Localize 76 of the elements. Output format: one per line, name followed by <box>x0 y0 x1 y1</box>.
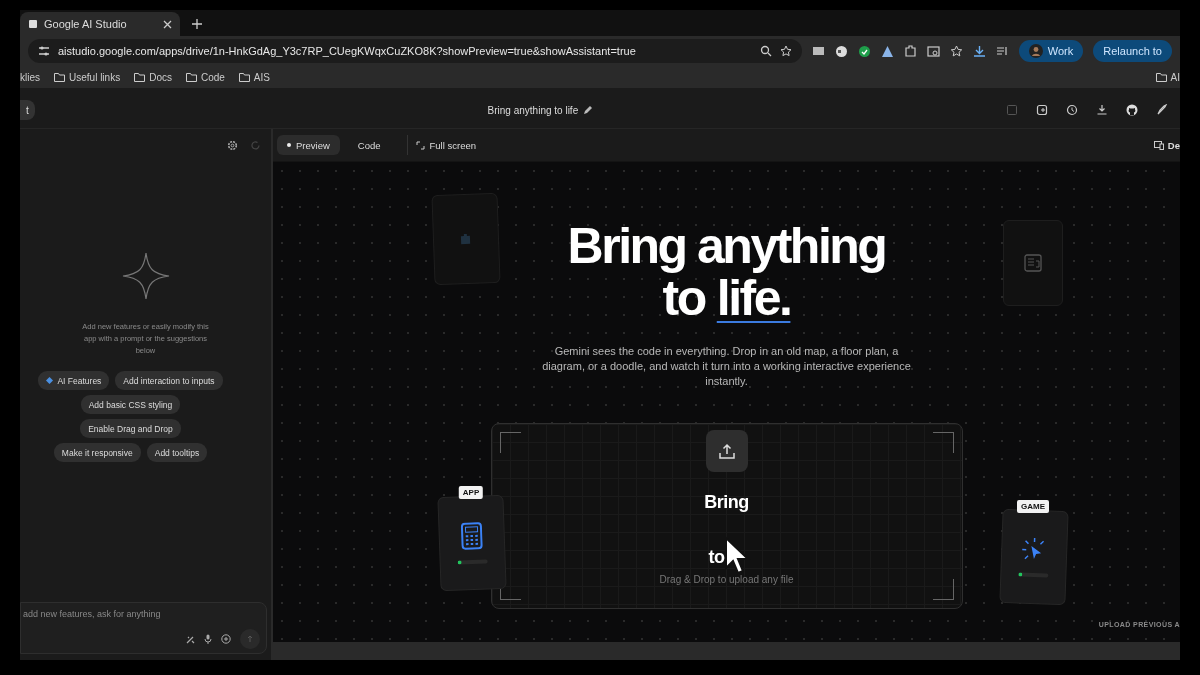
settings-icon[interactable] <box>227 139 238 151</box>
profile-button[interactable]: Work <box>1018 40 1084 62</box>
suggestion-chip[interactable]: Add interaction to inputs <box>115 371 223 390</box>
avatar-icon <box>1028 44 1043 58</box>
bookmark-star-icon[interactable] <box>949 44 963 58</box>
check-circle-icon[interactable] <box>857 44 871 58</box>
suggestion-chip[interactable]: Add tooltips <box>146 443 208 462</box>
star-icon[interactable] <box>779 45 792 57</box>
sample-card[interactable] <box>999 508 1069 606</box>
back-button[interactable]: t <box>20 100 35 120</box>
bookmark[interactable]: AI <box>1155 71 1180 83</box>
expand-icon <box>415 140 425 150</box>
card-label: GAME <box>1017 500 1049 513</box>
suggestion-chip[interactable]: Make it responsive <box>53 443 141 462</box>
headline: life. <box>716 272 791 324</box>
headline: to <box>662 272 705 324</box>
prompt-field[interactable]: add new features, ask for anything <box>21 609 264 619</box>
zoom-icon[interactable] <box>759 45 772 57</box>
upload-icon <box>717 442 736 460</box>
screen-icon[interactable] <box>811 44 825 58</box>
drop-title: to <box>708 547 725 568</box>
bookmark[interactable]: Code <box>185 71 225 83</box>
suggestion-chip[interactable]: AI Features <box>38 371 110 390</box>
sample-card[interactable] <box>437 494 507 592</box>
download-icon[interactable] <box>1096 104 1108 116</box>
card-label: APP <box>458 486 484 499</box>
media-icon[interactable] <box>995 44 1009 58</box>
github-icon[interactable] <box>1126 104 1138 116</box>
magic-wand-icon[interactable] <box>186 634 195 644</box>
browser-tab[interactable]: Google AI Studio <box>20 12 180 36</box>
headline: Bring anything <box>567 220 886 272</box>
view-tab[interactable]: Code <box>347 135 391 155</box>
app-title: Bring anything to life <box>487 104 579 116</box>
suggestion-chip[interactable]: Enable Drag and Drop <box>80 419 181 438</box>
suggestion-chip[interactable]: Add basic CSS styling <box>80 395 181 414</box>
arrow-up-icon <box>247 636 253 642</box>
status-dot-icon <box>1018 572 1023 577</box>
sparkle-icon <box>120 251 171 301</box>
folder-icon <box>185 72 197 82</box>
folder-icon <box>1155 72 1167 82</box>
reader-icon[interactable] <box>926 44 940 58</box>
copy-icon[interactable] <box>1036 104 1048 116</box>
fullscreen-button[interactable]: Full screen <box>406 135 484 155</box>
history-icon[interactable] <box>1066 104 1078 116</box>
corner-mark <box>932 579 954 600</box>
bookmark[interactable]: Docs <box>134 71 172 83</box>
upload-button[interactable] <box>705 430 748 472</box>
address-bar[interactable]: aistudio.google.com/apps/drive/1n-HnkGdAg_Y3c7RP_CUegKWqxCuZKO8K?showPreview=true&showAssistant=true <box>28 39 802 63</box>
devices-icon <box>1153 140 1164 150</box>
corner-mark <box>932 432 954 453</box>
calculator-icon <box>460 521 484 551</box>
triangle-icon[interactable] <box>880 44 894 58</box>
view-tab[interactable]: Preview <box>277 135 340 155</box>
site-settings-icon <box>38 45 50 57</box>
pencil-icon[interactable] <box>583 105 594 115</box>
close-icon[interactable] <box>163 19 172 29</box>
folder-icon <box>134 72 146 82</box>
diamond-icon <box>46 377 54 384</box>
folder-icon <box>54 72 65 82</box>
bookmark[interactable]: Useful links <box>54 71 121 83</box>
document-icon <box>1023 253 1043 273</box>
page-icon <box>28 19 38 29</box>
status-dot-icon <box>457 560 462 565</box>
folder-icon <box>238 72 250 82</box>
relaunch-button[interactable]: Relaunch to <box>1093 40 1172 62</box>
corner-mark <box>499 432 521 453</box>
drop-title: Bring <box>704 492 749 513</box>
bookmark[interactable]: AIS <box>238 71 270 83</box>
add-circle-icon[interactable] <box>221 634 231 644</box>
microphone-icon[interactable] <box>204 634 212 644</box>
drop-zone[interactable]: Bring to Drag & Drop to upload any file <box>490 423 963 609</box>
description: Gemini sees the code in everything. Drop in an old map, a floor plan, a diagram, or a doodle, and watch it turn into a working interactive experience instantly. <box>541 344 912 389</box>
bookmark[interactable]: klies <box>20 71 40 83</box>
device-button[interactable]: De <box>1153 135 1180 155</box>
drop-hint: Drag & Drop to upload any file <box>659 574 794 585</box>
download-icon[interactable] <box>972 44 986 58</box>
